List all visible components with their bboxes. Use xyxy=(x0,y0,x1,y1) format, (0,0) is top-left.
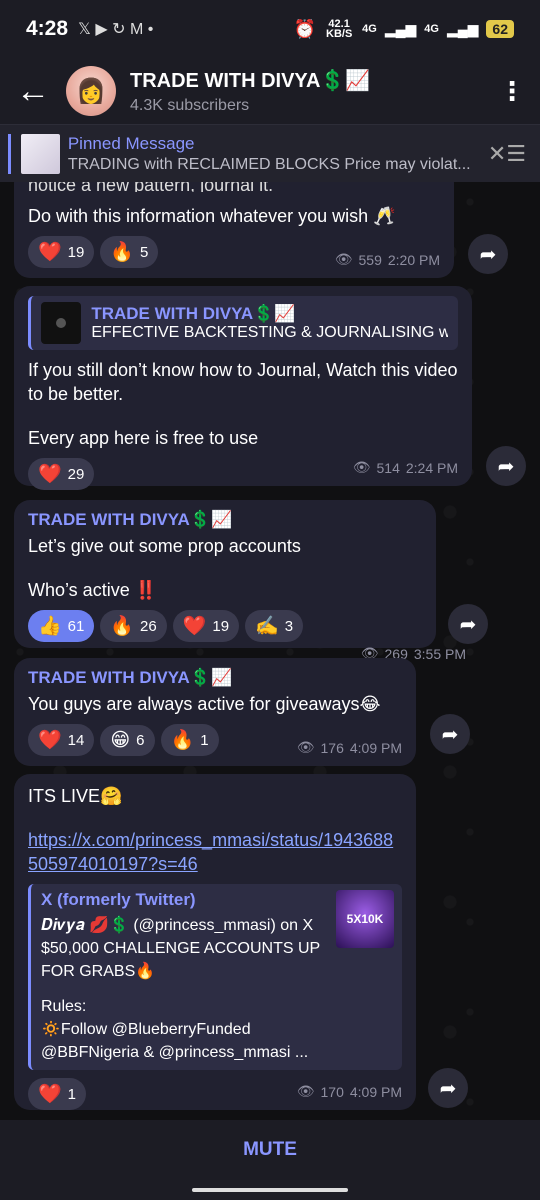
reaction-heart[interactable]: ❤️ 1 xyxy=(28,1078,87,1110)
status-right: ⏰ 42.1 KB/S 4G ▂▄▆ 4G ▂▄▆ 62 xyxy=(294,19,514,40)
pinned-message-bar[interactable]: Pinned Message TRADING with RECLAIMED BL… xyxy=(0,124,540,182)
reaction-fire[interactable]: 🔥 1 xyxy=(160,724,219,756)
message-text: If you still don’t know how to Journal, … xyxy=(28,360,458,404)
forwarded-quote[interactable]: TRADE WITH DIVYA💲📈 EFFECTIVE BACKTESTING… xyxy=(28,296,458,350)
eye-icon: 👁 xyxy=(296,1083,315,1099)
share-icon[interactable]: ➦ xyxy=(486,446,526,486)
pinned-text: Pinned Message TRADING with RECLAIMED BL… xyxy=(68,134,488,174)
pinned-indicator xyxy=(8,133,11,174)
channel-title: TRADE WITH DIVYA💲📈 xyxy=(130,69,371,92)
message-bubble[interactable]: notice a new pattern, journal it. Do wit… xyxy=(14,182,454,278)
pinned-body: TRADING with RECLAIMED BLOCKS Price may … xyxy=(67,155,471,173)
signal-4g-2: 4G xyxy=(424,23,439,35)
quote-body: EFFECTIVE BACKTESTING & JOURNALISING w..… xyxy=(91,324,448,341)
pinned-title: Pinned Message xyxy=(67,133,195,153)
link-preview[interactable]: X (formerly Twitter) 𝑫𝒊𝒗𝒚𝒂 💋💲 (@princess… xyxy=(28,884,402,1070)
share-icon[interactable]: ➦ xyxy=(430,714,470,754)
reaction-heart[interactable]: ❤️ 19 xyxy=(28,236,95,268)
reaction-fire[interactable]: 🔥 5 xyxy=(100,236,159,268)
preview-line-3: Rules: xyxy=(41,998,87,1015)
status-time: 4:28 xyxy=(26,17,69,40)
message-text: Do with this information whatever you wi… xyxy=(28,206,396,226)
reaction-fire[interactable]: 🔥 26 xyxy=(100,610,167,642)
message-text-cut: notice a new pattern, journal it. xyxy=(28,182,274,192)
quote-thumbnail xyxy=(41,302,82,344)
back-arrow-icon[interactable]: ← xyxy=(0,72,66,111)
reaction-heart[interactable]: ❤️ 29 xyxy=(28,458,95,490)
message-text: ITS LIVE🤗 xyxy=(28,786,123,806)
status-link[interactable]: https://x.com/princess_mmasi/status/1943… xyxy=(28,828,402,876)
sender-name[interactable]: TRADE WITH DIVYA💲📈 xyxy=(28,668,402,688)
battery-indicator: 62 xyxy=(486,20,514,38)
avatar[interactable]: 👩 xyxy=(66,66,116,116)
nav-bar xyxy=(0,1180,540,1200)
net-speed: 42.1 KB/S xyxy=(326,18,353,40)
eye-icon: 👁 xyxy=(334,251,353,267)
eye-icon: 👁 xyxy=(296,739,315,755)
subscriber-count: 4.3K subscribers xyxy=(130,96,250,114)
pinned-thumbnail xyxy=(20,133,60,174)
preview-line-1: 𝑫𝒊𝒗𝒚𝒂 💋💲 (@princess_mmasi) on X xyxy=(41,917,314,934)
message-meta: 👁 514 2:24 PM xyxy=(352,459,458,476)
signal-4g-1: 4G xyxy=(362,23,377,35)
reaction-writing[interactable]: ✍️ 3 xyxy=(245,610,304,642)
message-text: You guys are always active for giveaways… xyxy=(28,694,381,714)
message-bubble[interactable]: TRADE WITH DIVYA💲📈 Let’s give out some p… xyxy=(14,500,466,662)
signal-icon-2: ▂▄▆ xyxy=(446,20,479,37)
more-menu-icon[interactable]: ⋮ xyxy=(484,76,540,107)
eye-icon: 👁 xyxy=(352,459,371,475)
message-bubble[interactable]: TRADE WITH DIVYA💲📈 You guys are always a… xyxy=(14,658,416,766)
reaction-thumbs-up[interactable]: 👍 61 xyxy=(28,610,95,642)
channel-header: ← 👩 TRADE WITH DIVYA💲📈 4.3K subscribers … xyxy=(0,58,540,124)
preview-line-4: 🔅Follow @BlueberryFunded @BBFNigeria & @… xyxy=(41,1021,309,1061)
preview-thumbnail: 5X10K xyxy=(336,890,394,948)
share-icon[interactable]: ➦ xyxy=(468,234,508,274)
status-bar: 4:28 𝕏 ▶ ↻ M • ⏰ 42.1 KB/S 4G ▂▄▆ 4G ▂▄▆… xyxy=(0,0,540,58)
message-bubble[interactable]: TRADE WITH DIVYA💲📈 EFFECTIVE BACKTESTING… xyxy=(14,286,472,490)
pin-list-icon[interactable]: ✕☰ xyxy=(488,141,526,167)
notification-icons: 𝕏 ▶ ↻ M • xyxy=(78,21,154,38)
message-text-2: Every app here is free to use xyxy=(28,428,259,448)
message-meta: 👁 170 4:09 PM xyxy=(296,1083,402,1100)
signal-icon: ▂▄▆ xyxy=(384,20,417,37)
reaction-grin[interactable]: 😁 6 xyxy=(100,724,155,756)
preview-line-2: $50,000 CHALLENGE ACCOUNTS UP FOR GRABS🔥 xyxy=(41,940,320,980)
mute-button[interactable]: MUTE xyxy=(0,1120,540,1180)
share-icon[interactable]: ➦ xyxy=(428,1068,468,1108)
sender-name[interactable]: TRADE WITH DIVYA💲📈 xyxy=(28,510,422,530)
message-bubble[interactable]: ITS LIVE🤗 https://x.com/princess_mmasi/s… xyxy=(14,774,416,1110)
message-meta: 👁 559 2:20 PM xyxy=(334,251,440,268)
channel-info[interactable]: TRADE WITH DIVYA💲📈 4.3K subscribers xyxy=(130,68,370,115)
message-text: Let’s give out some prop accounts xyxy=(28,536,301,556)
share-icon[interactable]: ➦ xyxy=(448,604,488,644)
reactions: 👍 61 🔥 26 ❤️ 19 ✍️ 3 xyxy=(28,610,422,642)
alarm-icon: ⏰ xyxy=(293,18,317,39)
quote-title: TRADE WITH DIVYA💲📈 xyxy=(91,304,296,323)
reaction-heart[interactable]: ❤️ 19 xyxy=(172,610,240,642)
home-handle[interactable] xyxy=(192,1188,348,1192)
message-meta: 👁 176 4:09 PM xyxy=(296,739,402,756)
reaction-heart[interactable]: ❤️ 14 xyxy=(28,724,95,756)
chat-area[interactable]: notice a new pattern, journal it. Do wit… xyxy=(0,182,540,1120)
message-text-2: Who’s active ‼️ xyxy=(28,580,158,600)
